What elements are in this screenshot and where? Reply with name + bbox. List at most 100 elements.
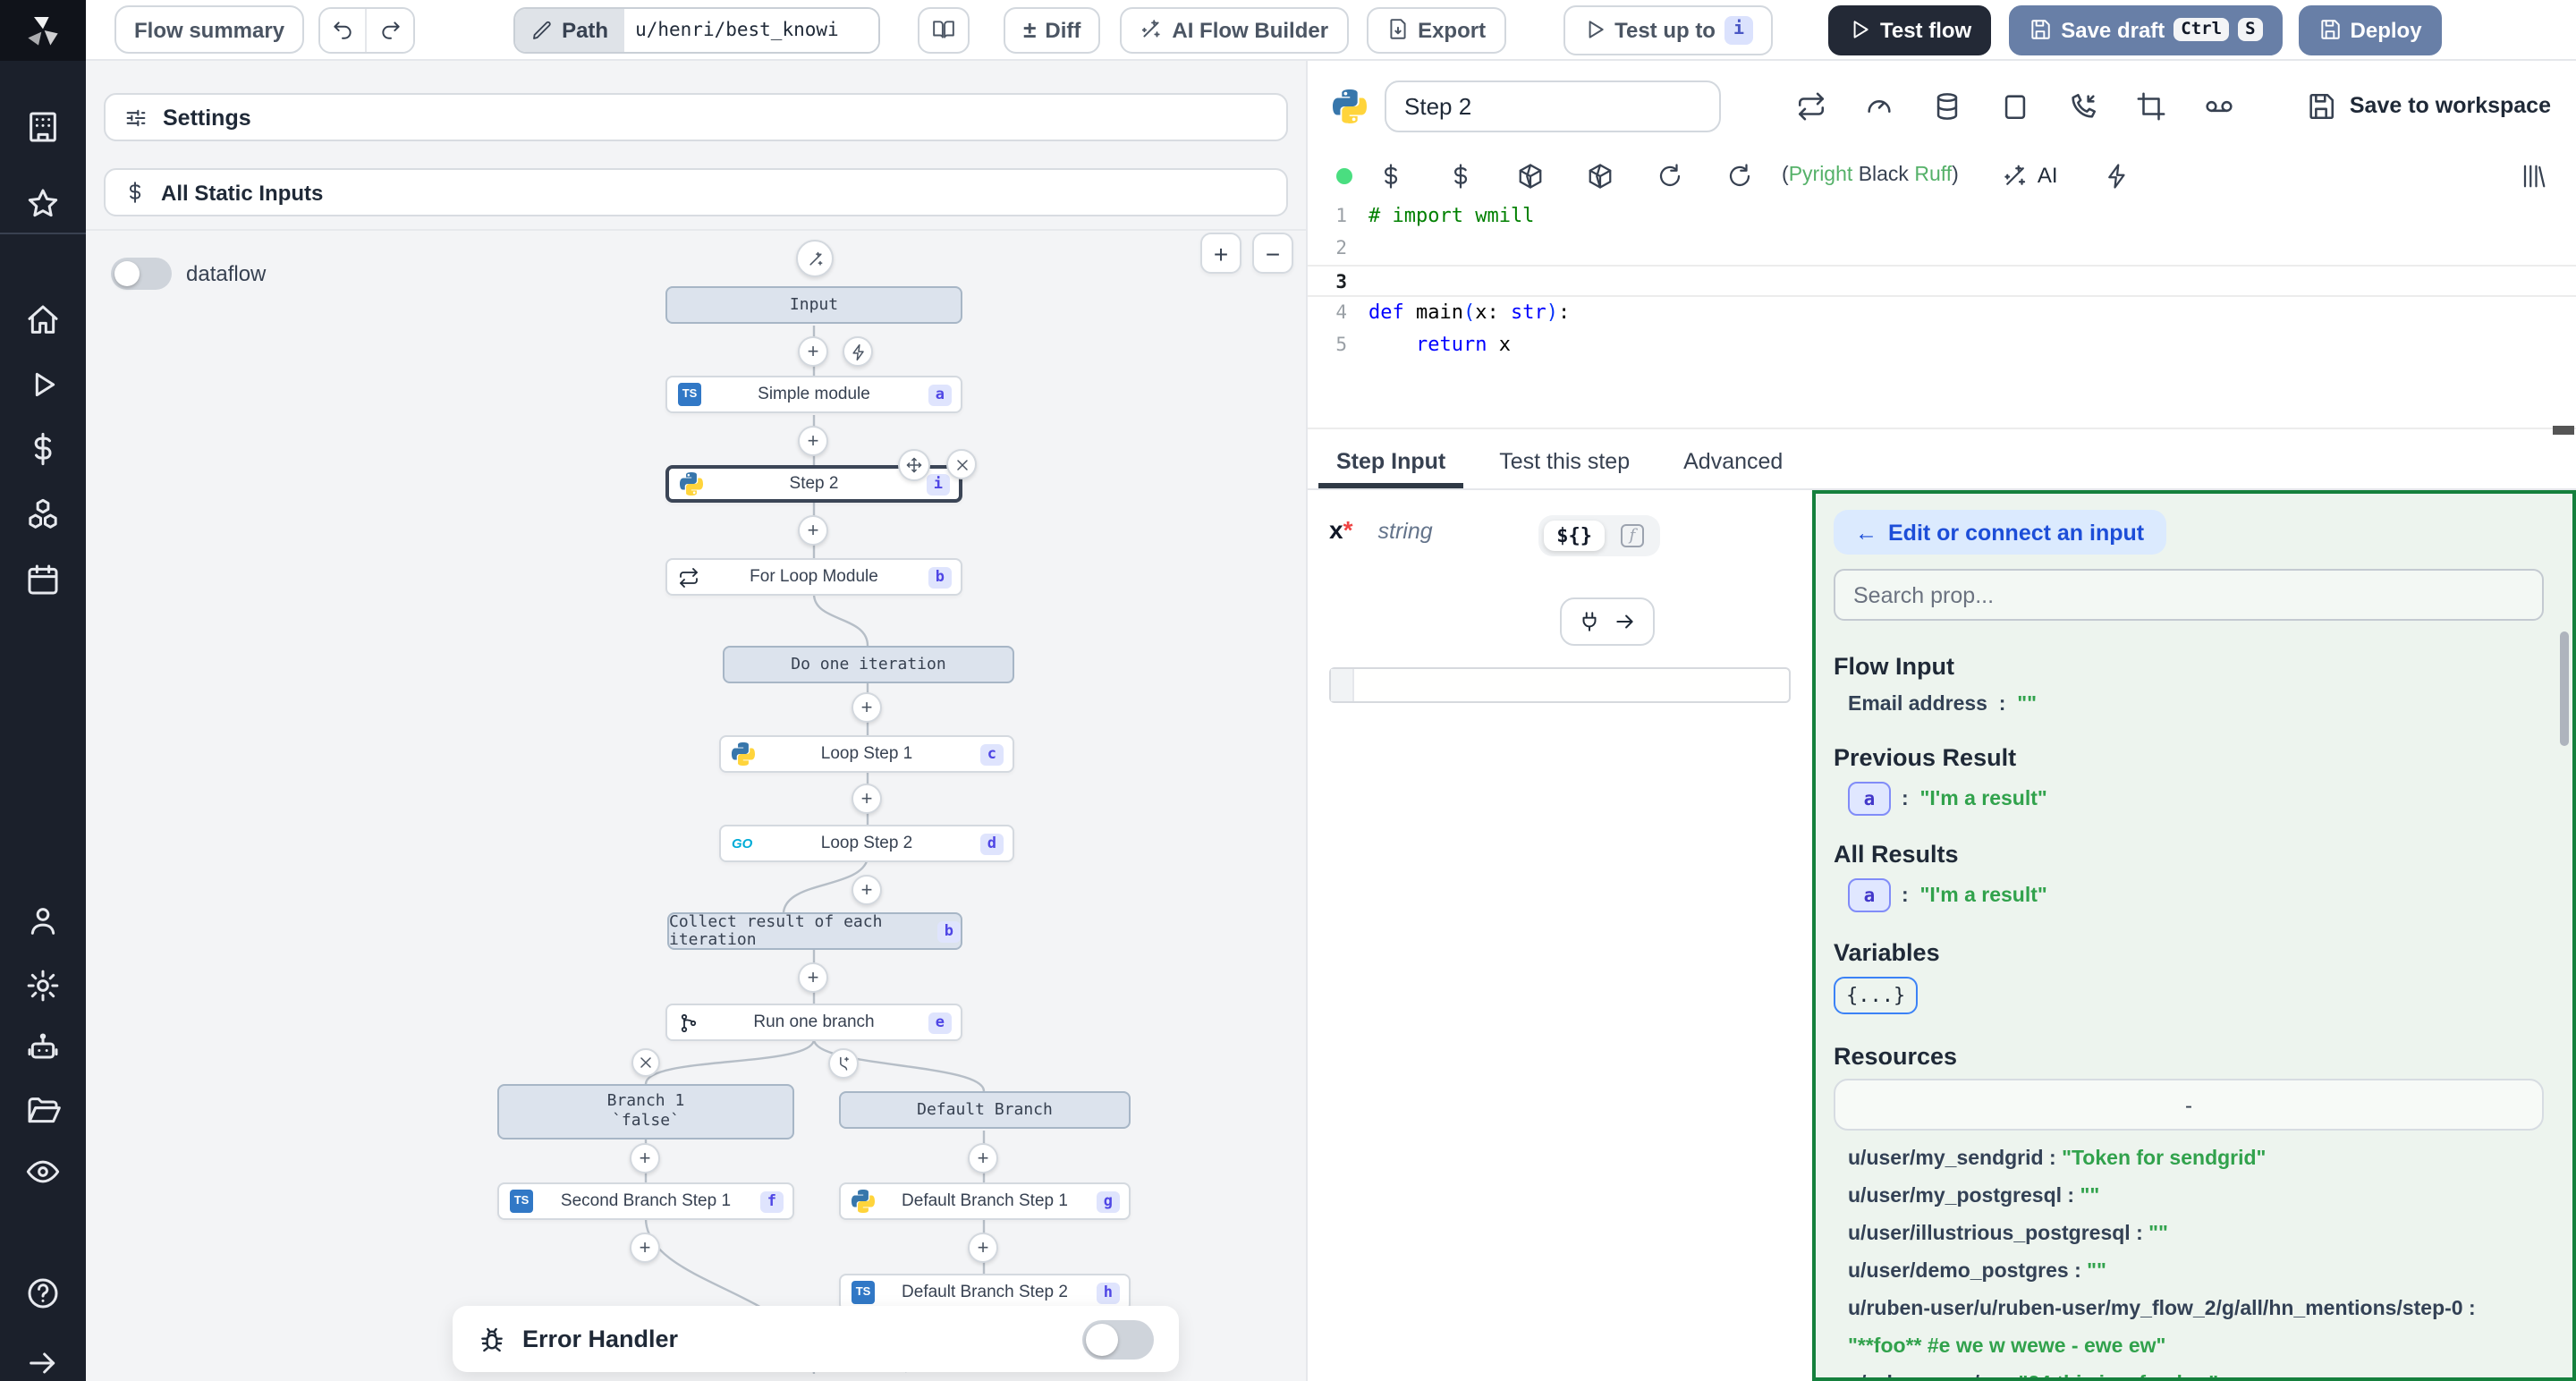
add-step-button[interactable]: + <box>968 1233 998 1263</box>
error-handler-toggle[interactable] <box>1082 1319 1154 1359</box>
node-loop-step-2[interactable]: GO Loop Step 2 d <box>719 825 1014 862</box>
node-branch-1[interactable]: Branch 1 `false` <box>497 1084 794 1140</box>
add-step-button[interactable]: + <box>798 426 828 456</box>
windmill-logo[interactable] <box>0 0 86 61</box>
code-line[interactable]: 5 return x <box>1308 329 2576 361</box>
collapse-arrow-right-icon[interactable] <box>25 1345 61 1381</box>
users-person-icon[interactable] <box>25 903 61 939</box>
package-icon[interactable] <box>1517 162 1544 189</box>
node-simple-module[interactable]: TS Simple module a <box>665 376 962 413</box>
variables-badge[interactable]: {...} <box>1834 977 1918 1014</box>
connect-input-button[interactable] <box>1560 597 1655 646</box>
ai-assistant-button[interactable]: AI <box>2002 162 2058 189</box>
help-icon[interactable] <box>25 1275 61 1311</box>
code-line[interactable]: 1# import wmill <box>1308 200 2576 233</box>
result-id-badge[interactable]: a <box>1848 782 1891 816</box>
docs-button[interactable] <box>918 6 970 53</box>
add-step-button[interactable]: + <box>798 962 828 993</box>
add-step-button[interactable]: + <box>798 515 828 546</box>
result-id-badge[interactable]: a <box>1848 878 1891 912</box>
resource-row[interactable]: u/user/demo_postgres : "" <box>1848 1254 2558 1292</box>
argument-value-input[interactable] <box>1329 667 1791 703</box>
diff-button[interactable]: ± Diff <box>1004 6 1100 53</box>
node-collect-result[interactable]: Collect result of each iteration b <box>667 912 962 950</box>
redo-button[interactable] <box>367 8 413 51</box>
resource-row[interactable]: u/user/illustrious_postgresql : "" <box>1848 1216 2558 1254</box>
edit-or-connect-back-button[interactable]: ← Edit or connect an input <box>1834 510 2165 555</box>
flow-input-row[interactable]: Email address : "" <box>1848 694 2037 716</box>
dollar-icon[interactable] <box>1447 162 1474 189</box>
mock-square-icon[interactable] <box>2000 90 2030 121</box>
test-up-to-button[interactable]: Test up to i <box>1563 4 1773 55</box>
node-do-one-iteration[interactable]: Do one iteration <box>723 646 1014 683</box>
step-title-input[interactable] <box>1385 80 1721 131</box>
schedules-calendar-icon[interactable] <box>25 562 61 597</box>
node-flow-input[interactable]: Input <box>665 286 962 324</box>
add-step-button[interactable]: + <box>852 692 882 723</box>
node-loop-step-1[interactable]: Loop Step 1 c <box>719 735 1014 773</box>
save-draft-button[interactable]: Save draft Ctrl S <box>2009 4 2282 55</box>
workers-robot-icon[interactable] <box>25 1030 61 1066</box>
resource-row[interactable]: u/ruben-user/u/ruben-user/my_flow_2/g/al… <box>1848 1292 2558 1367</box>
remove-branch-button[interactable] <box>631 1048 660 1077</box>
lint-assistants-label[interactable]: (Pyright Black Ruff) <box>1782 165 1959 186</box>
runs-play-icon[interactable] <box>25 367 61 402</box>
cache-database-icon[interactable] <box>1932 90 1962 121</box>
resources-cubes-icon[interactable] <box>25 497 61 533</box>
code-line[interactable]: 3 <box>1308 265 2576 297</box>
node-default-branch[interactable]: Default Branch <box>839 1091 1131 1129</box>
lightning-icon[interactable] <box>2105 162 2131 189</box>
resource-row[interactable]: u/user/my_postgresql : "" <box>1848 1179 2558 1216</box>
add-step-button[interactable]: + <box>798 336 828 367</box>
retry-icon[interactable] <box>1796 90 1826 121</box>
add-step-button[interactable]: + <box>852 784 882 814</box>
trigger-bolt-button[interactable] <box>843 336 873 367</box>
add-step-button[interactable]: + <box>630 1233 660 1263</box>
panel-scrollbar-thumb[interactable] <box>2560 631 2569 746</box>
node-for-loop-module[interactable]: For Loop Module b <box>665 558 962 596</box>
folders-icon[interactable] <box>25 1093 61 1129</box>
path-input[interactable] <box>624 8 878 51</box>
move-step-button[interactable] <box>898 449 930 481</box>
add-step-button[interactable]: + <box>630 1143 660 1173</box>
voicemail-tape-icon[interactable] <box>2204 90 2234 121</box>
variables-dollar-icon[interactable] <box>25 431 61 467</box>
workspace-building-icon[interactable] <box>25 109 61 145</box>
tab-step-input[interactable]: Step Input <box>1333 435 1449 488</box>
tab-advanced[interactable]: Advanced <box>1680 435 1786 488</box>
template-mode-button[interactable]: ${} <box>1544 521 1605 551</box>
favorites-star-icon[interactable] <box>25 186 61 222</box>
flow-summary-button[interactable]: Flow summary <box>114 5 304 54</box>
add-branch-button[interactable] <box>828 1048 859 1079</box>
undo-button[interactable] <box>320 8 367 51</box>
tab-test-this-step[interactable]: Test this step <box>1496 435 1633 488</box>
node-run-one-branch[interactable]: Run one branch e <box>665 1004 962 1041</box>
function-mode-button[interactable]: f <box>1610 521 1655 551</box>
ai-flow-builder-button[interactable]: AI Flow Builder <box>1120 6 1348 53</box>
code-line[interactable]: 4def main(x: str): <box>1308 297 2576 329</box>
audit-eye-icon[interactable] <box>25 1154 61 1190</box>
home-icon[interactable] <box>25 302 61 338</box>
code-editor[interactable]: 1# import wmill234def main(x: str):5 ret… <box>1308 200 2576 429</box>
export-button[interactable]: Export <box>1366 6 1505 53</box>
node-second-branch-step-1[interactable]: TS Second Branch Step 1 f <box>497 1182 794 1220</box>
refresh-icon[interactable] <box>1726 162 1753 189</box>
library-icon[interactable] <box>2521 162 2547 189</box>
resource-row[interactable]: u/ruben-user/… : "24 this is a foo bar" <box>1848 1367 2558 1381</box>
previous-result-row[interactable]: a : "I'm a result" <box>1848 782 2047 816</box>
dollar-icon[interactable] <box>1377 162 1404 189</box>
resources-placeholder-box[interactable]: - <box>1834 1079 2544 1131</box>
code-line[interactable]: 2 <box>1308 233 2576 265</box>
frame-icon[interactable] <box>2136 90 2166 121</box>
search-prop-input[interactable] <box>1834 569 2544 621</box>
path-edit-button[interactable]: Path <box>515 8 624 51</box>
resource-row[interactable]: u/user/my_sendgrid : "Token for sendgrid… <box>1848 1141 2558 1179</box>
node-default-branch-step-1[interactable]: Default Branch Step 1 g <box>839 1182 1131 1220</box>
refresh-icon[interactable] <box>1657 162 1683 189</box>
suspend-phone-icon[interactable] <box>2068 90 2098 121</box>
gauge-icon[interactable] <box>1864 90 1894 121</box>
add-step-button[interactable]: + <box>852 875 882 905</box>
test-flow-button[interactable]: Test flow <box>1828 4 1991 55</box>
package-icon[interactable] <box>1587 162 1614 189</box>
deploy-button[interactable]: Deploy <box>2299 4 2442 55</box>
